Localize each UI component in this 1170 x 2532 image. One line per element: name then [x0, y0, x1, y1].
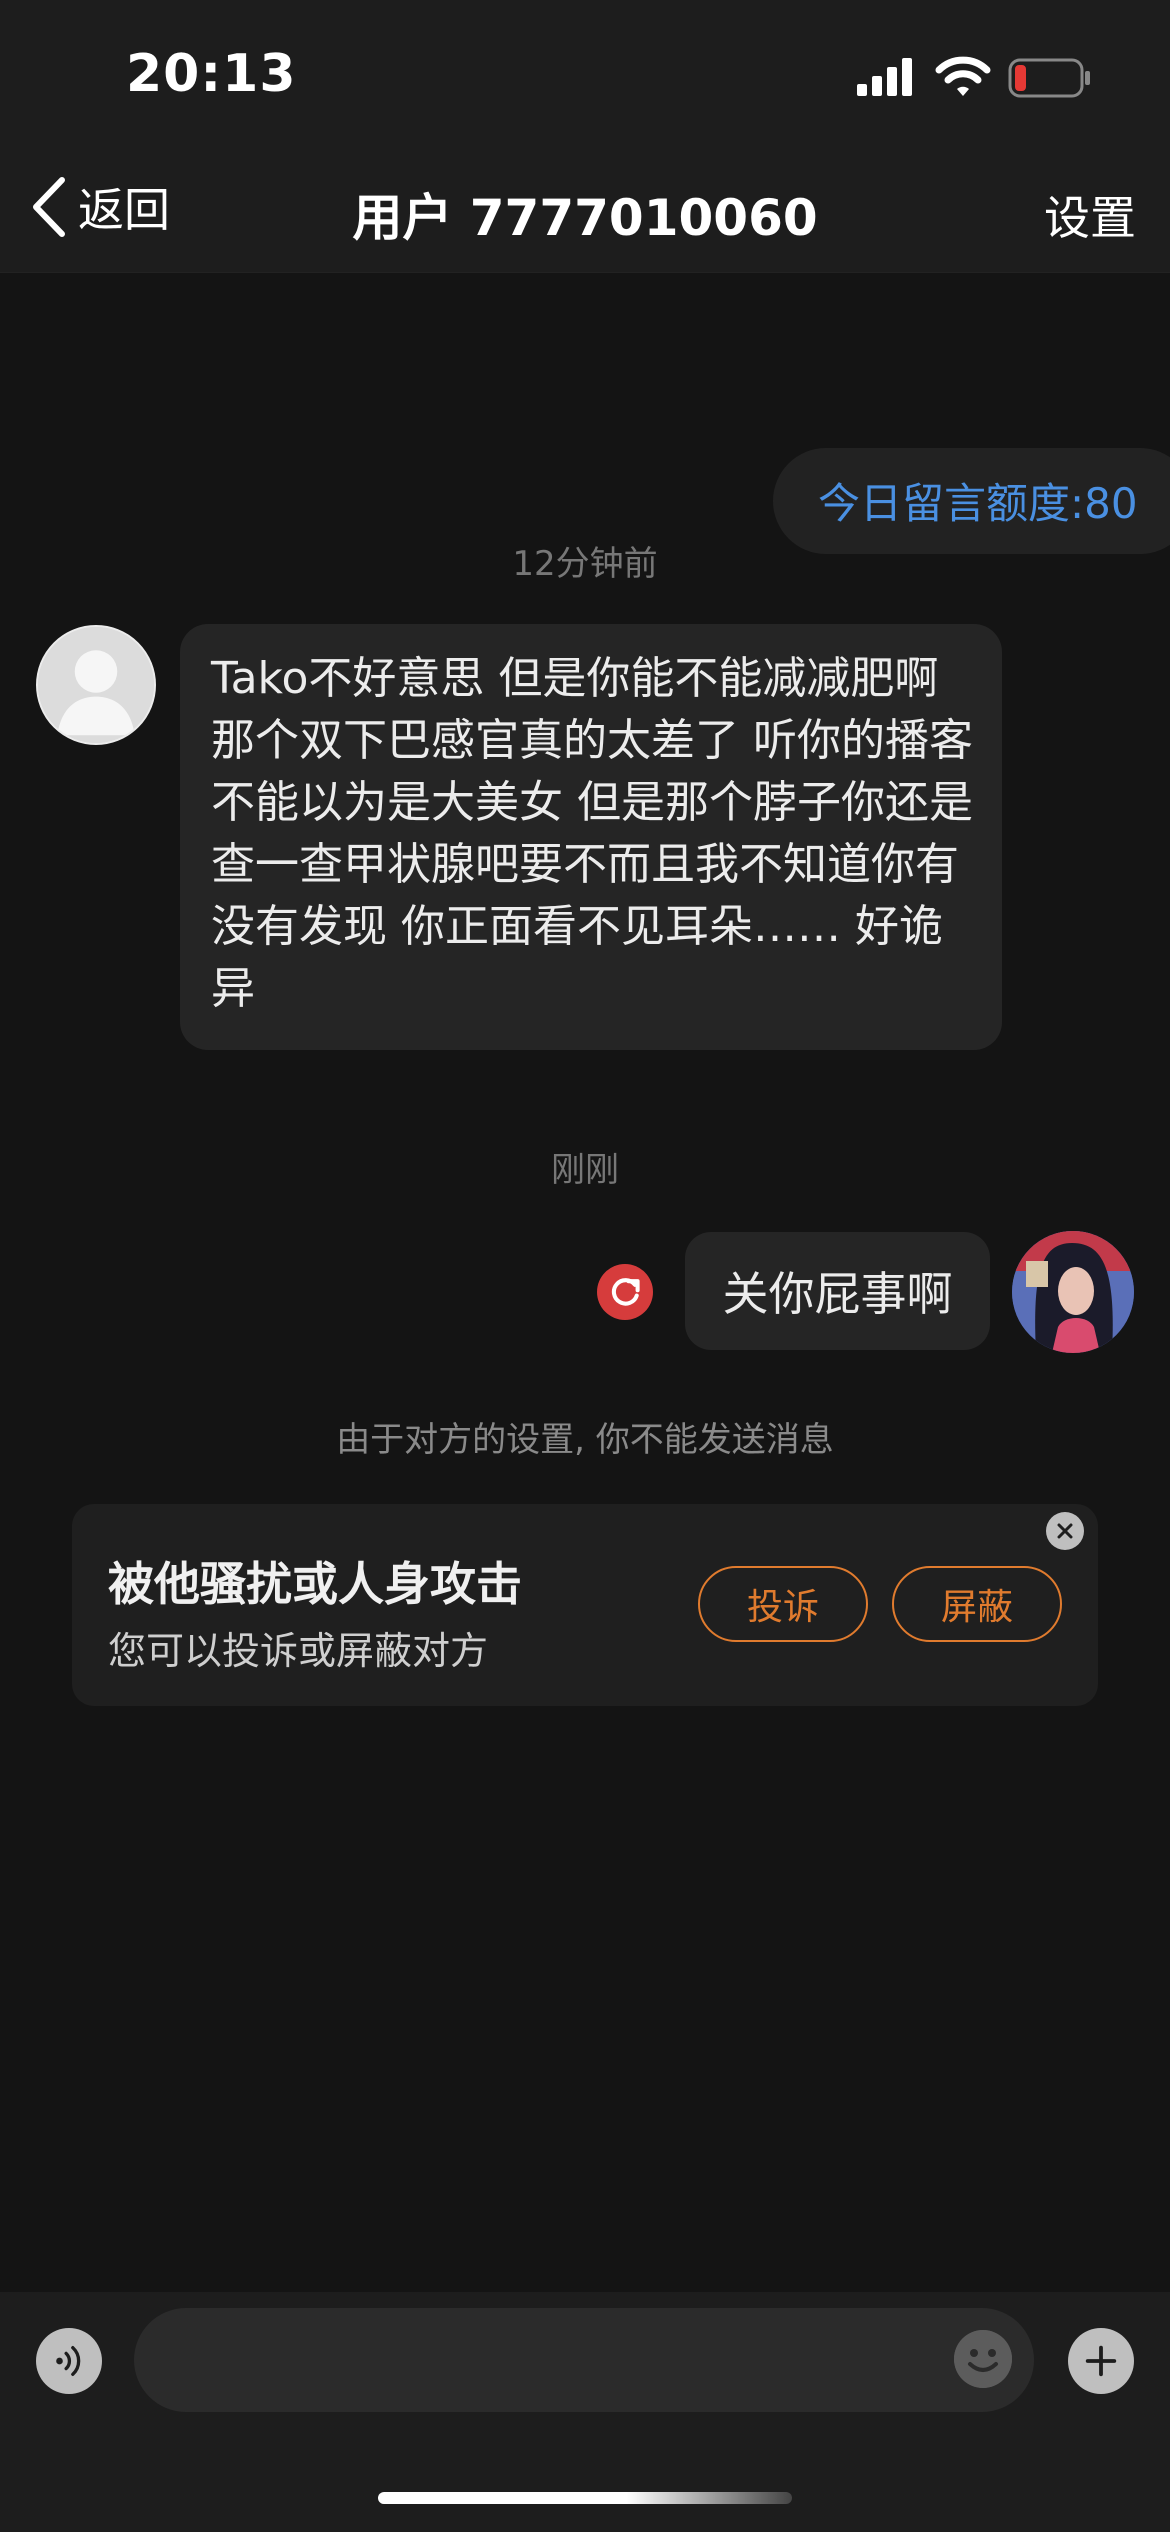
incoming-message-text: Tako不好意思 但是你能不能减减肥啊 那个双下巴感官真的太差了 听你的播客不能… [211, 653, 973, 1014]
voice-icon [56, 2346, 81, 2376]
avatar-illustration-icon [1012, 1231, 1134, 1353]
close-icon[interactable] [1046, 1512, 1084, 1550]
page-title: 用户 7777010060 [352, 189, 818, 247]
avatar[interactable] [36, 625, 156, 745]
default-avatar-icon [38, 627, 154, 743]
emoji-button[interactable] [954, 2330, 1012, 2388]
blocked-notice: 由于对方的设置, 你不能发送消息 [336, 1420, 834, 1460]
refresh-icon [611, 1278, 640, 1306]
close-x-icon [1057, 1523, 1073, 1539]
battery-low-icon [1008, 58, 1090, 98]
resend-icon[interactable] [597, 1264, 653, 1320]
quota-text: 今日留言额度:80 [818, 479, 1138, 528]
block-button[interactable]: 屏蔽 [892, 1566, 1062, 1642]
my-avatar[interactable] [1012, 1231, 1134, 1353]
cellular-signal-icon [857, 58, 912, 96]
message-timestamp: 12分钟前 [512, 544, 658, 584]
message-input[interactable] [134, 2308, 1034, 2412]
voice-button[interactable] [36, 2328, 102, 2394]
outgoing-message-bubble[interactable]: 关你屁事啊 [685, 1232, 990, 1350]
settings-button[interactable]: 设置 [1044, 182, 1136, 248]
plus-icon [1085, 2345, 1117, 2377]
message-timestamp: 刚刚 [551, 1150, 619, 1190]
home-indicator[interactable] [378, 2492, 792, 2504]
report-card-title: 被他骚扰或人身攻击 [108, 1557, 522, 1611]
report-card-subtitle: 您可以投诉或屏蔽对方 [108, 1629, 489, 1673]
emoji-icon [954, 2330, 1012, 2388]
wifi-icon [935, 56, 991, 96]
complain-button[interactable]: 投诉 [698, 1566, 868, 1642]
plus-button[interactable] [1068, 2328, 1134, 2394]
outgoing-message-text: 关你屁事啊 [722, 1267, 953, 1321]
status-time: 20:13 [126, 44, 297, 104]
